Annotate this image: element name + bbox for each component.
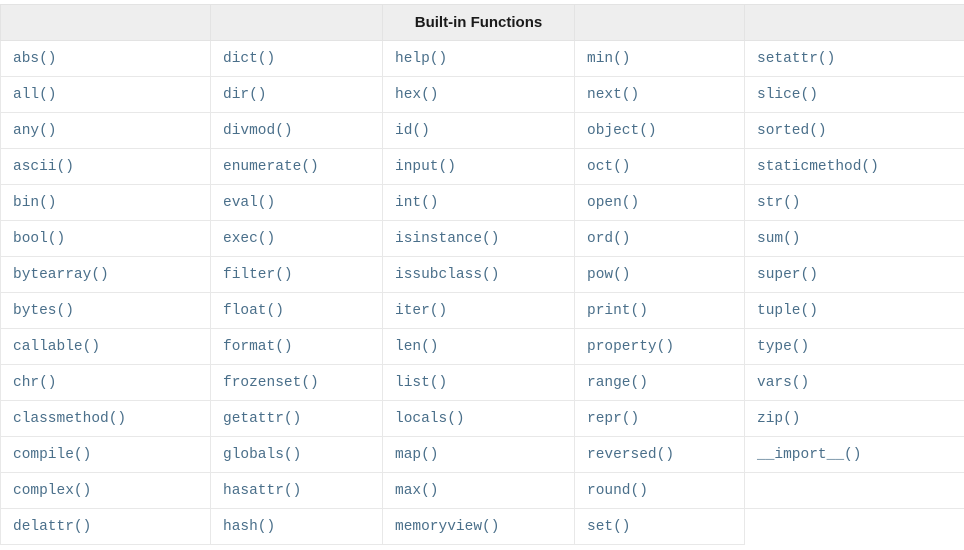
function-cell[interactable]: globals() <box>210 436 383 473</box>
function-cell[interactable]: id() <box>382 112 575 149</box>
function-cell[interactable]: input() <box>382 148 575 185</box>
function-cell-empty <box>744 472 964 509</box>
function-cell[interactable]: hex() <box>382 76 575 113</box>
function-cell[interactable]: sum() <box>744 220 964 257</box>
function-cell[interactable]: enumerate() <box>210 148 383 185</box>
header-cell-2 <box>210 4 383 41</box>
header-cell-4 <box>574 4 745 41</box>
header-cell-5 <box>744 4 964 41</box>
function-cell[interactable]: complex() <box>0 472 211 509</box>
function-cell[interactable]: len() <box>382 328 575 365</box>
function-cell[interactable]: ascii() <box>0 148 211 185</box>
table-row: delattr() hash() memoryview() set() <box>0 508 964 545</box>
function-cell[interactable]: bin() <box>0 184 211 221</box>
function-cell[interactable]: max() <box>382 472 575 509</box>
function-cell[interactable]: setattr() <box>744 40 964 77</box>
function-cell[interactable]: __import__() <box>744 436 964 473</box>
function-cell[interactable]: frozenset() <box>210 364 383 401</box>
function-cell[interactable]: abs() <box>0 40 211 77</box>
function-cell[interactable]: property() <box>574 328 745 365</box>
function-cell[interactable]: min() <box>574 40 745 77</box>
function-cell[interactable]: exec() <box>210 220 383 257</box>
table-row: ascii() enumerate() input() oct() staticmeth… <box>0 148 964 185</box>
function-cell[interactable]: str() <box>744 184 964 221</box>
function-cell[interactable]: ord() <box>574 220 745 257</box>
function-cell[interactable]: issubclass() <box>382 256 575 293</box>
function-cell[interactable]: float() <box>210 292 383 329</box>
function-cell[interactable]: bytearray() <box>0 256 211 293</box>
table-row: chr() frozenset() list() range() vars() <box>0 364 964 401</box>
function-cell[interactable]: round() <box>574 472 745 509</box>
table-row: all() dir() hex() next() slice() <box>0 76 964 113</box>
function-cell-empty <box>744 508 964 545</box>
function-cell[interactable]: eval() <box>210 184 383 221</box>
function-cell[interactable]: map() <box>382 436 575 473</box>
builtin-functions-table: Built-in Functions abs() dict() help() min(… <box>0 4 964 545</box>
function-cell[interactable]: dict() <box>210 40 383 77</box>
table-row: bool() exec() isinstance() ord() sum() <box>0 220 964 257</box>
function-cell[interactable]: reversed() <box>574 436 745 473</box>
function-cell[interactable]: next() <box>574 76 745 113</box>
function-cell[interactable]: help() <box>382 40 575 77</box>
function-cell[interactable]: pow() <box>574 256 745 293</box>
table-row: bytearray() filter() issubclass() pow() supe… <box>0 256 964 293</box>
table-body: abs() dict() help() min() setattr() all() dir(… <box>0 40 964 545</box>
function-cell[interactable]: delattr() <box>0 508 211 545</box>
header-row: Built-in Functions <box>0 4 964 41</box>
function-cell[interactable]: iter() <box>382 292 575 329</box>
header-cell-1 <box>0 4 211 41</box>
function-cell[interactable]: hash() <box>210 508 383 545</box>
function-cell[interactable]: tuple() <box>744 292 964 329</box>
function-cell[interactable]: callable() <box>0 328 211 365</box>
function-cell[interactable]: all() <box>0 76 211 113</box>
table-row: bytes() float() iter() print() tuple() <box>0 292 964 329</box>
table-row: bin() eval() int() open() str() <box>0 184 964 221</box>
function-cell[interactable]: open() <box>574 184 745 221</box>
function-cell[interactable]: list() <box>382 364 575 401</box>
function-cell[interactable]: oct() <box>574 148 745 185</box>
page-title: Built-in Functions <box>382 4 575 41</box>
table-row: compile() globals() map() reversed() __impor… <box>0 436 964 473</box>
function-cell[interactable]: zip() <box>744 400 964 437</box>
function-cell[interactable]: chr() <box>0 364 211 401</box>
function-cell[interactable]: compile() <box>0 436 211 473</box>
function-cell[interactable]: bytes() <box>0 292 211 329</box>
function-cell[interactable]: isinstance() <box>382 220 575 257</box>
function-cell[interactable]: locals() <box>382 400 575 437</box>
function-cell[interactable]: filter() <box>210 256 383 293</box>
table-row: callable() format() len() property() type() <box>0 328 964 365</box>
function-cell[interactable]: print() <box>574 292 745 329</box>
function-cell[interactable]: set() <box>574 508 745 545</box>
table-row: any() divmod() id() object() sorted() <box>0 112 964 149</box>
table-row: complex() hasattr() max() round() <box>0 472 964 509</box>
function-cell[interactable]: vars() <box>744 364 964 401</box>
function-cell[interactable]: format() <box>210 328 383 365</box>
function-cell[interactable]: object() <box>574 112 745 149</box>
function-cell[interactable]: staticmethod() <box>744 148 964 185</box>
function-cell[interactable]: int() <box>382 184 575 221</box>
function-cell[interactable]: hasattr() <box>210 472 383 509</box>
function-cell[interactable]: getattr() <box>210 400 383 437</box>
function-cell[interactable]: classmethod() <box>0 400 211 437</box>
function-cell[interactable]: dir() <box>210 76 383 113</box>
function-cell[interactable]: super() <box>744 256 964 293</box>
function-cell[interactable]: repr() <box>574 400 745 437</box>
table-row: abs() dict() help() min() setattr() <box>0 40 964 77</box>
table-header: Built-in Functions <box>0 4 964 41</box>
function-cell[interactable]: sorted() <box>744 112 964 149</box>
function-cell[interactable]: any() <box>0 112 211 149</box>
function-cell[interactable]: divmod() <box>210 112 383 149</box>
table-row: classmethod() getattr() locals() repr() zip(… <box>0 400 964 437</box>
function-cell[interactable]: memoryview() <box>382 508 575 545</box>
builtins-table-container: Built-in Functions abs() dict() help() min(… <box>0 0 964 545</box>
function-cell[interactable]: range() <box>574 364 745 401</box>
function-cell[interactable]: bool() <box>0 220 211 257</box>
function-cell[interactable]: type() <box>744 328 964 365</box>
function-cell[interactable]: slice() <box>744 76 964 113</box>
